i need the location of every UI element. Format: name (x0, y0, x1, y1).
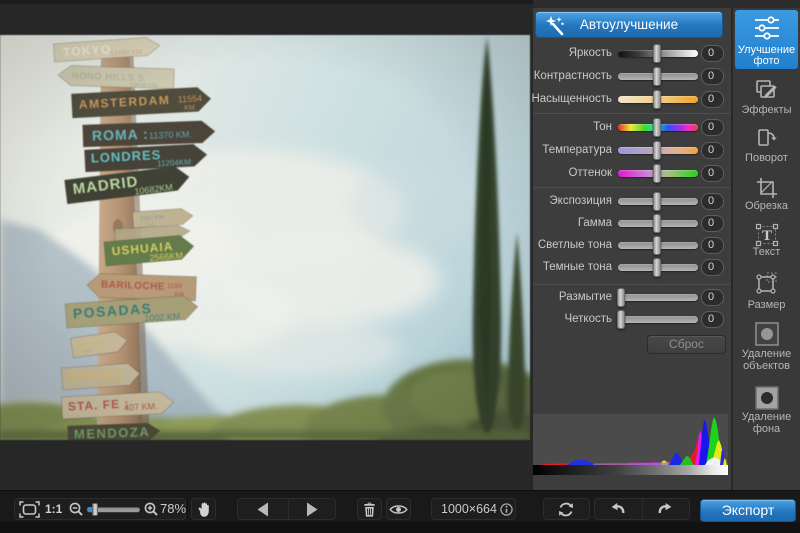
svg-text:T: T (762, 228, 772, 244)
